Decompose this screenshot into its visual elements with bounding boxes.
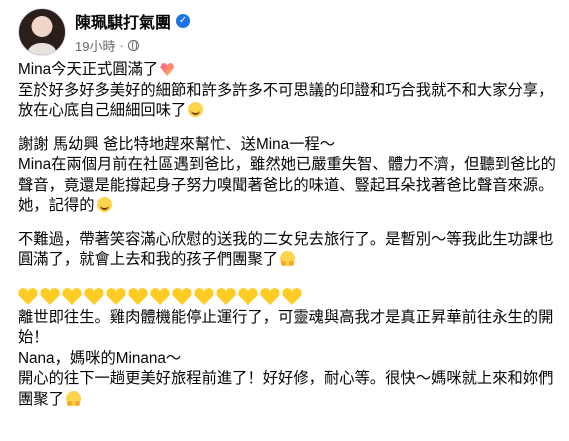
separator-dot: · <box>119 38 124 53</box>
sparkling-heart-emoji <box>160 63 175 76</box>
paragraph-2: 謝謝 馬幼興 爸比特地趕來幫忙、送Mina一程～ Mina在兩個月前在社區遇到爸… <box>18 135 563 217</box>
p4-line2: Nana，媽咪的Minana～ <box>18 349 182 367</box>
hugging-face-emoji <box>65 390 81 406</box>
paragraph-4: 離世即往生。雞肉體機能停止運行了，可靈魂與高我才是真正昇華前往永生的開始！ Na… <box>18 308 563 411</box>
post-body: Mina今天正式圓滿了 至於好多好多美好的細節和許多許多不可思議的印證和巧合我就… <box>18 60 563 410</box>
yellow-heart-icon <box>84 288 104 305</box>
post-time-row: 19小時 · <box>75 36 190 55</box>
yellow-heart-icon <box>194 288 214 305</box>
yellow-heart-icon <box>62 288 82 305</box>
yellow-heart-icon <box>282 288 302 305</box>
post-meta: 陳珮騏打氣團 ✓ 19小時 · <box>75 9 191 55</box>
author-avatar[interactable] <box>18 8 66 56</box>
globe-icon[interactable] <box>127 40 139 51</box>
hugging-face-emoji <box>280 251 296 266</box>
yellow-heart-icon <box>18 288 38 305</box>
yellow-heart-icon <box>260 288 280 305</box>
yellow-heart-icon <box>216 288 236 305</box>
p4-line1: 離世即往生。雞肉體機能停止運行了，可靈魂與高我才是真正昇華前往永生的開始！ <box>18 308 554 347</box>
author-name[interactable]: 陳珮騏打氣團 <box>75 9 171 33</box>
yellow-heart-icon <box>128 288 148 305</box>
p1-line1: Mina今天正式圓滿了 <box>18 61 159 78</box>
facebook-post: 陳珮騏打氣團 ✓ 19小時 · Mina今天正式圓滿了 至於好多好多美好的細節和… <box>0 0 569 441</box>
yellow-heart-icon <box>150 288 170 305</box>
verified-badge-icon: ✓ <box>176 14 191 28</box>
smiling-face-emoji <box>188 102 204 117</box>
author-row: 陳珮騏打氣團 ✓ <box>75 9 191 33</box>
p4-line3: 開心的往下一趟更美好旅程前進了！好好修，耐心等。很快～媽咪就上來和妳們團聚了 <box>18 370 554 408</box>
p1-line2: 至於好多好多美好的細節和許多許多不可思議的印證和巧合我就不和大家分享，放在心底自… <box>18 81 554 120</box>
smiling-face-emoji <box>96 197 112 212</box>
yellow-heart-icon <box>106 288 126 305</box>
paragraph-3: 不難過，帶著笑容滿心欣慰的送我的二女兒去旅行了。是暫別～等我此生功課也圓滿了，就… <box>18 230 563 271</box>
yellow-hearts-row <box>18 286 563 308</box>
yellow-heart-icon <box>238 288 258 305</box>
yellow-heart-icon <box>40 288 60 305</box>
paragraph-1: Mina今天正式圓滿了 至於好多好多美好的細節和許多許多不可思議的印證和巧合我就… <box>18 60 563 122</box>
p2-line1: 謝謝 馬幼興 爸比特地趕來幫忙、送Mina一程～ <box>18 135 336 153</box>
post-header: 陳珮騏打氣團 ✓ 19小時 · <box>18 6 191 58</box>
post-timestamp[interactable]: 19小時 <box>75 36 115 55</box>
yellow-heart-icon <box>172 288 192 305</box>
